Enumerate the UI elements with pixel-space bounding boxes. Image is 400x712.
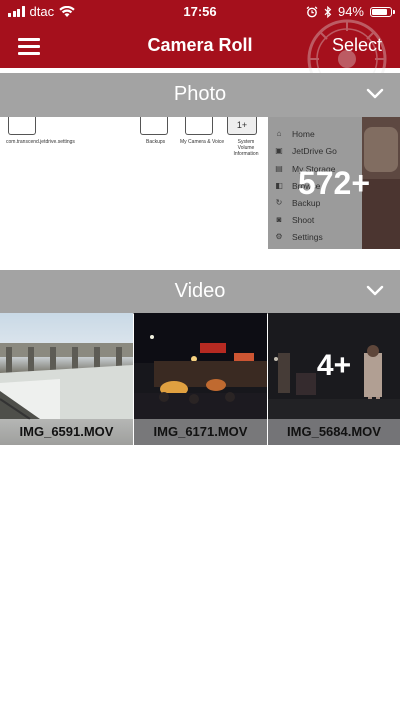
video-filename: IMG_6171.MOV xyxy=(134,419,267,445)
battery-fill xyxy=(372,8,387,15)
more-videos-count[interactable]: 4+ xyxy=(268,313,400,419)
photo-section-header[interactable]: Photo xyxy=(0,73,400,117)
photo-section-title: Photo xyxy=(173,83,227,105)
folder-icon xyxy=(185,117,213,135)
thumb-badge: 1+ xyxy=(227,117,257,135)
thumb-label: Backups xyxy=(146,139,166,145)
chevron-down-icon[interactable] xyxy=(366,87,384,101)
thumb-label: System Volume Information xyxy=(233,139,259,157)
thumb-label: My Camera & Voice xyxy=(180,139,225,145)
bluetooth-icon xyxy=(324,5,332,18)
nav-bar: Camera Roll Select xyxy=(0,24,400,68)
chevron-down-icon[interactable] xyxy=(366,284,384,298)
folder-icon xyxy=(140,117,168,135)
status-bar: dtac 17:56 94% xyxy=(0,0,400,24)
video-grid: IMG_6591.MOV IMG_6171.MOV 4+ IMG_5684.MO… xyxy=(0,313,400,445)
video-filename: IMG_6591.MOV xyxy=(0,419,133,445)
video-filename: IMG_5684.MOV xyxy=(268,419,400,445)
photo-thumbnail[interactable]: com.transcend.jetdrive.settings xyxy=(0,117,133,249)
photo-grid: com.transcend.jetdrive.settings 1+ Backu… xyxy=(0,117,400,249)
alarm-icon xyxy=(306,5,318,17)
battery-icon xyxy=(370,6,395,17)
video-thumbnail[interactable]: IMG_6171.MOV xyxy=(134,313,267,445)
video-section-header[interactable]: Video xyxy=(0,270,400,314)
video-section-title: Video xyxy=(174,280,226,302)
thumb-label: com.transcend.jetdrive.settings xyxy=(6,139,75,145)
select-button[interactable]: Select xyxy=(332,35,382,56)
photo-thumbnail[interactable]: 1+ Backups My Camera & Voice System Volu… xyxy=(134,117,267,249)
folder-icon xyxy=(8,117,36,135)
status-right: 94% xyxy=(306,4,395,19)
video-thumbnail[interactable]: IMG_6591.MOV xyxy=(0,313,133,445)
more-photos-count[interactable]: 572+ xyxy=(268,117,400,249)
battery-percent: 94% xyxy=(337,4,364,19)
video-thumbnail[interactable]: 4+ IMG_5684.MOV xyxy=(268,313,400,445)
